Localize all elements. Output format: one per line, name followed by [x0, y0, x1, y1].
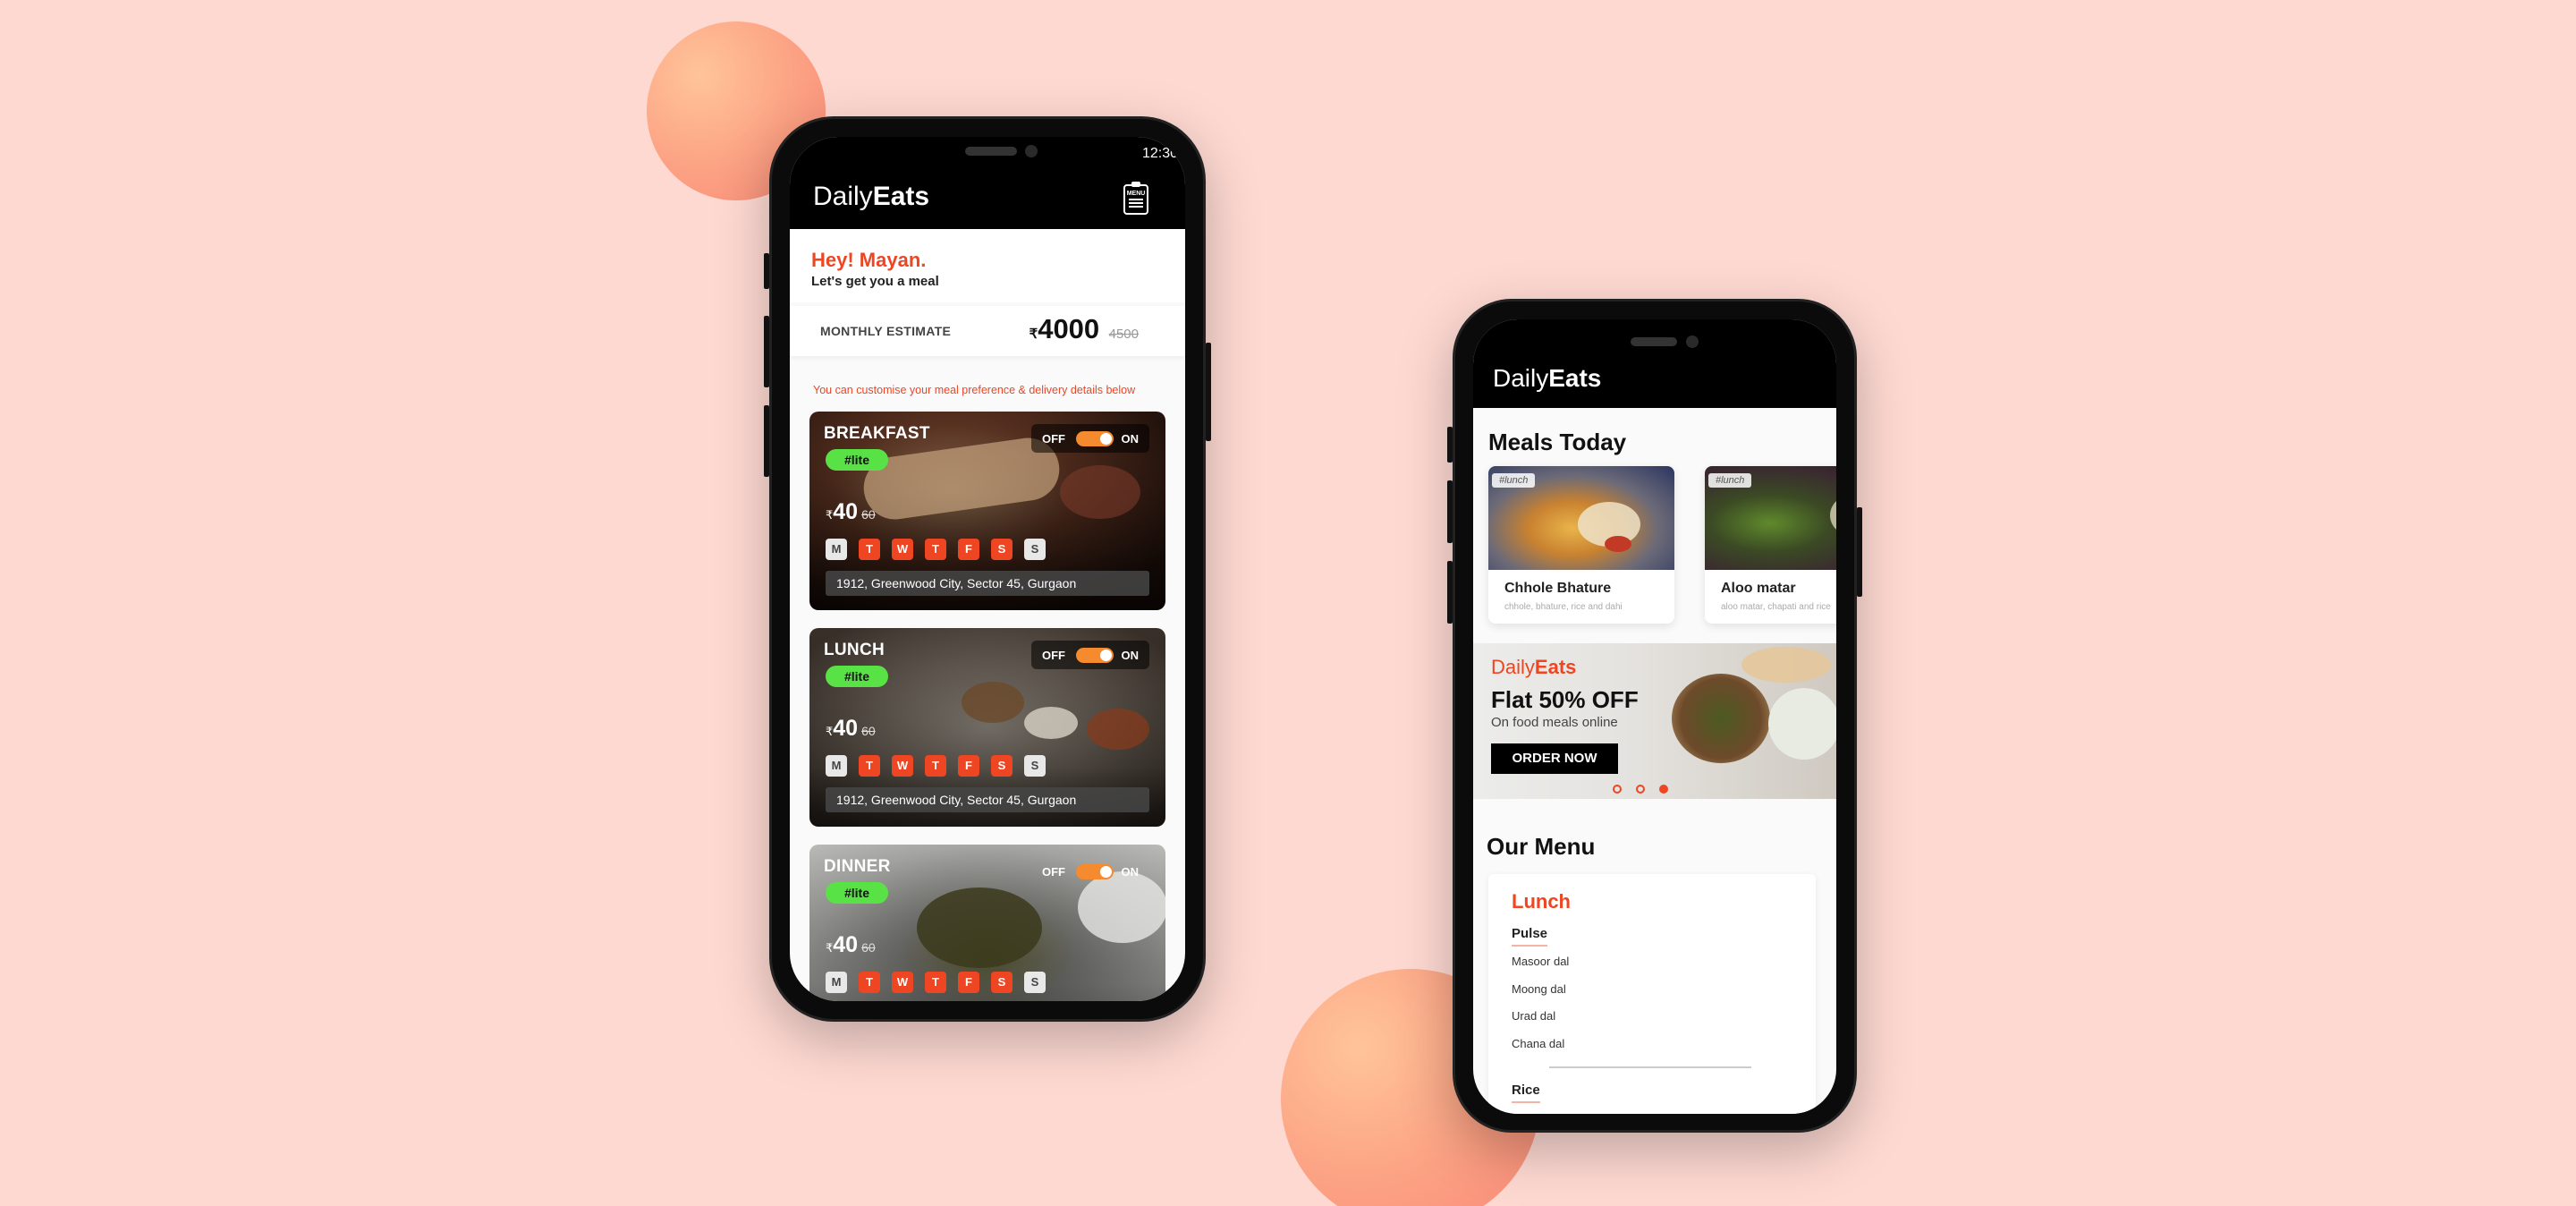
- our-menu-title: Our Menu: [1487, 833, 1596, 860]
- menu-section-title: Lunch: [1512, 890, 1571, 913]
- meal-tile[interactable]: #lunch Aloo matar aloo matar, chapati an…: [1705, 466, 1836, 624]
- day-chip[interactable]: W: [892, 972, 913, 993]
- menu-subsection: Pulse: [1512, 926, 1548, 947]
- carousel-dots: [1613, 785, 1668, 794]
- day-chip[interactable]: S: [1024, 972, 1046, 993]
- day-chip[interactable]: S: [1024, 539, 1046, 560]
- phone-right: DailyEats Meals Today #lunch Chhole Bhat…: [1447, 299, 1862, 1133]
- day-chip[interactable]: S: [1024, 755, 1046, 777]
- meal-toggle[interactable]: OFF ON: [1031, 424, 1149, 453]
- greeting-block: Hey! Mayan. Let's get you a meal: [790, 229, 1185, 302]
- greeting-title: Hey! Mayan.: [811, 249, 927, 271]
- day-chip[interactable]: T: [925, 755, 946, 777]
- day-chip[interactable]: T: [859, 972, 880, 993]
- banner-logo: DailyEats: [1491, 656, 1577, 678]
- day-chip[interactable]: S: [991, 972, 1013, 993]
- meal-card-lunch[interactable]: LUNCH #lite OFF ON ₹40 60 M T W T F S S 1…: [809, 628, 1165, 827]
- menu-item: Urad dal: [1512, 1009, 1556, 1023]
- lite-badge: #lite: [826, 882, 888, 904]
- screen-left: 12:30 DailyEats MENU Hey! Mayan. Let's g…: [790, 137, 1185, 1001]
- menu-item: Chana dal: [1512, 1037, 1565, 1050]
- day-chip[interactable]: W: [892, 539, 913, 560]
- day-chip[interactable]: T: [925, 972, 946, 993]
- day-chip[interactable]: F: [958, 755, 979, 777]
- day-selector: M T W T F S S: [826, 539, 1046, 560]
- day-chip[interactable]: S: [991, 755, 1013, 777]
- day-chip[interactable]: T: [859, 539, 880, 560]
- menu-item: Masoor dal: [1512, 955, 1570, 968]
- menu-card: Lunch Pulse Masoor dal Moong dal Urad da…: [1488, 874, 1816, 1114]
- phone-left: 12:30 DailyEats MENU Hey! Mayan. Let's g…: [764, 116, 1211, 1022]
- meal-toggle[interactable]: OFF ON: [1031, 641, 1149, 669]
- app-logo: DailyEats: [813, 182, 930, 211]
- meal-price: ₹40 60: [826, 932, 876, 957]
- customise-hint: You can customise your meal preference &…: [813, 384, 1136, 396]
- monthly-estimate: MONTHLY ESTIMATE ₹4000 4500: [790, 306, 1185, 356]
- app-logo: DailyEats: [1493, 364, 1602, 392]
- delivery-address[interactable]: 1912, Greenwood City, Sector 45, Gurgaon: [826, 571, 1149, 596]
- screen-right: DailyEats Meals Today #lunch Chhole Bhat…: [1473, 319, 1836, 1114]
- day-selector: M T W T F S S: [826, 755, 1046, 777]
- carousel-dot[interactable]: [1613, 785, 1622, 794]
- day-chip[interactable]: F: [958, 539, 979, 560]
- day-chip[interactable]: M: [826, 539, 847, 560]
- meal-price: ₹40 60: [826, 716, 876, 741]
- menu-subsection: Rice: [1512, 1083, 1540, 1103]
- lite-badge: #lite: [826, 449, 888, 471]
- order-now-button[interactable]: ORDER NOW: [1491, 743, 1618, 774]
- day-chip[interactable]: M: [826, 755, 847, 777]
- carousel-dot[interactable]: [1659, 785, 1668, 794]
- day-chip[interactable]: F: [958, 972, 979, 993]
- banner-subtitle: On food meals online: [1491, 715, 1618, 730]
- day-chip[interactable]: T: [859, 755, 880, 777]
- day-selector: M T W T F S S: [826, 972, 1046, 993]
- lite-badge: #lite: [826, 666, 888, 687]
- day-chip[interactable]: S: [991, 539, 1013, 560]
- promo-banner[interactable]: DailyEats Flat 50% OFF On food meals onl…: [1473, 643, 1836, 799]
- carousel-dot[interactable]: [1636, 785, 1645, 794]
- status-time: 12:30: [1141, 146, 1178, 161]
- day-chip[interactable]: M: [826, 972, 847, 993]
- meal-price: ₹40 60: [826, 499, 876, 524]
- meal-card-breakfast[interactable]: BREAKFAST #lite OFF ON ₹40 60 M T W T F S…: [809, 412, 1165, 610]
- banner-headline: Flat 50% OFF: [1491, 686, 1639, 713]
- clipboard-menu-icon[interactable]: MENU: [1123, 182, 1148, 215]
- delivery-address[interactable]: 1912, Greenwood City, Sector 45, Gurgaon: [826, 787, 1149, 812]
- greeting-subtitle: Let's get you a meal: [811, 274, 939, 289]
- day-chip[interactable]: W: [892, 755, 913, 777]
- meal-card-dinner[interactable]: DINNER #lite OFF ON ₹40 60 M T W T F S S: [809, 845, 1165, 1001]
- meals-today-title: Meals Today: [1488, 429, 1627, 455]
- menu-item: Moong dal: [1512, 982, 1566, 996]
- day-chip[interactable]: T: [925, 539, 946, 560]
- meal-tile[interactable]: #lunch Chhole Bhature chhole, bhature, r…: [1488, 466, 1674, 624]
- divider: [1549, 1066, 1751, 1068]
- estimate-price: ₹4000 4500: [1029, 313, 1139, 344]
- meal-toggle[interactable]: OFF ON: [1031, 857, 1149, 886]
